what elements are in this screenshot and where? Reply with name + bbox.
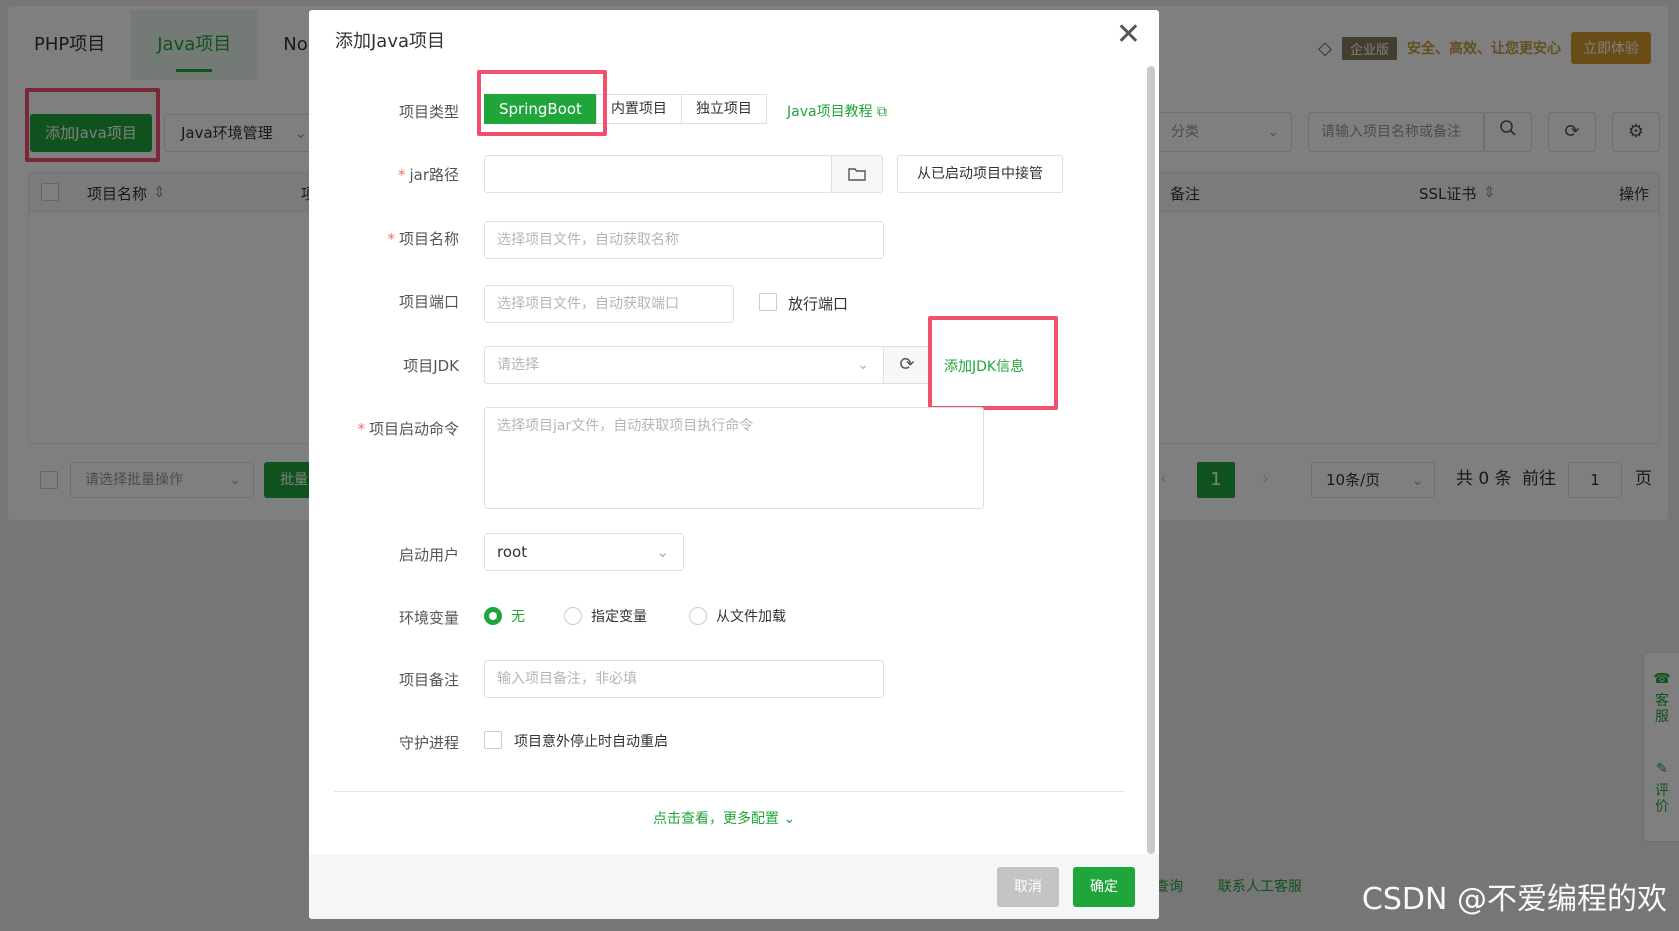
start-command-label: * 项目启动命令 bbox=[309, 418, 459, 439]
dialog-title: 添加Java项目 bbox=[335, 31, 446, 52]
confirm-button[interactable]: 确定 bbox=[1073, 867, 1135, 907]
auto-restart-label: 项目意外停止时自动重启 bbox=[514, 734, 668, 750]
radio-env-file-label: 从文件加载 bbox=[716, 609, 786, 625]
release-port-checkbox[interactable] bbox=[759, 293, 777, 311]
radio-env-none-label: 无 bbox=[511, 609, 525, 625]
start-user-value: root bbox=[497, 543, 528, 561]
cancel-button[interactable]: 取消 bbox=[997, 867, 1059, 907]
remark-label: 项目备注 bbox=[398, 671, 459, 689]
required-mark: * bbox=[357, 420, 365, 438]
project-jdk-label: 项目JDK bbox=[403, 357, 459, 375]
daemon-label: 守护进程 bbox=[398, 734, 459, 752]
project-name-label-text: 项目名称 bbox=[398, 230, 459, 248]
folder-icon[interactable] bbox=[831, 155, 883, 193]
project-name-input[interactable]: 选择项目文件，自动获取名称 bbox=[484, 221, 884, 259]
start-user-label: 启动用户 bbox=[398, 546, 459, 564]
start-user-select[interactable]: root ⌄ bbox=[484, 533, 684, 571]
jar-path-label: * jar路径 bbox=[309, 164, 459, 185]
chevron-down-icon: ⌄ bbox=[783, 811, 796, 827]
jdk-select-placeholder: 请选择 bbox=[497, 357, 539, 373]
auto-restart-checkbox[interactable] bbox=[484, 731, 502, 749]
takeover-from-running-button[interactable]: 从已启动项目中接管 bbox=[897, 155, 1063, 193]
dialog-divider bbox=[334, 791, 1125, 792]
refresh-icon[interactable]: ⟳ bbox=[883, 346, 931, 384]
required-mark: * bbox=[397, 166, 406, 184]
radio-env-specify[interactable] bbox=[564, 607, 582, 625]
chevron-down-icon: ⌄ bbox=[857, 357, 869, 373]
jdk-select[interactable]: 请选择 ⌄ bbox=[484, 346, 884, 384]
env-vars-label: 环境变量 bbox=[398, 609, 459, 627]
dialog-scrollbar[interactable] bbox=[1147, 66, 1155, 854]
project-type-label: 项目类型 bbox=[398, 103, 459, 121]
option-standalone[interactable]: 独立项目 bbox=[680, 94, 767, 124]
required-mark: * bbox=[387, 230, 395, 248]
option-builtin[interactable]: 内置项目 bbox=[595, 94, 682, 124]
radio-env-file[interactable] bbox=[689, 607, 707, 625]
close-icon[interactable]: ✕ bbox=[1116, 20, 1141, 50]
start-command-label-text: 项目启动命令 bbox=[368, 420, 459, 438]
link-icon: ⧉ bbox=[877, 104, 888, 120]
project-name-label: * 项目名称 bbox=[309, 228, 459, 249]
radio-env-none[interactable] bbox=[484, 607, 502, 625]
project-port-label: 项目端口 bbox=[398, 293, 459, 311]
highlight-box-add-jdk bbox=[928, 316, 1058, 410]
highlight-box-springboot bbox=[477, 70, 607, 136]
csdn-watermark: CSDN @不爱编程的欢 bbox=[1361, 882, 1667, 917]
jar-path-label-text: jar路径 bbox=[409, 166, 459, 184]
more-config-link[interactable]: 点击查看，更多配置 ⌄ bbox=[653, 808, 795, 828]
start-command-textarea[interactable]: 选择项目jar文件，自动获取项目执行命令 bbox=[484, 407, 984, 509]
java-tutorial-label: Java项目教程 bbox=[787, 104, 873, 120]
more-config-label: 点击查看，更多配置 bbox=[653, 811, 779, 827]
project-port-input[interactable]: 选择项目文件，自动获取端口 bbox=[484, 285, 734, 323]
jar-path-input[interactable] bbox=[484, 155, 832, 193]
java-tutorial-link[interactable]: Java项目教程 ⧉ bbox=[787, 101, 887, 121]
dialog-header: 添加Java项目 ✕ bbox=[309, 10, 1159, 62]
remark-input[interactable]: 输入项目备注，非必填 bbox=[484, 660, 884, 698]
chevron-down-icon: ⌄ bbox=[656, 543, 669, 561]
release-port-label: 放行端口 bbox=[788, 295, 849, 313]
radio-env-specify-label: 指定变量 bbox=[591, 609, 647, 625]
